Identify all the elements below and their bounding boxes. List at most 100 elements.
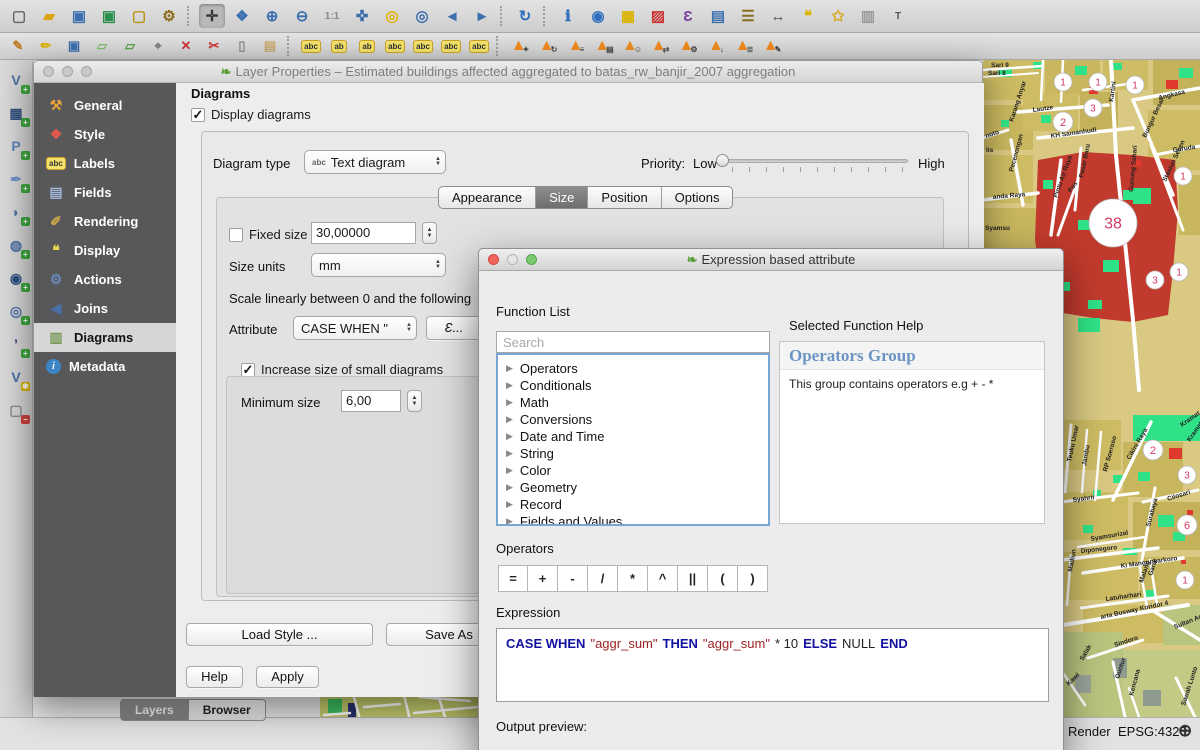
add-mssql-layer-icon[interactable]: ◗+ xyxy=(4,200,28,224)
function-group-color[interactable]: ▶Color xyxy=(498,462,768,479)
zoom-out-icon[interactable]: ⊖ xyxy=(289,4,315,28)
current-edits-icon[interactable]: ✎ xyxy=(6,36,30,57)
display-diagrams-checkbox[interactable]: ✓ Display diagrams xyxy=(191,107,311,122)
sidebar-item-joins[interactable]: ◀Joins xyxy=(34,294,176,323)
tab-position[interactable]: Position xyxy=(588,187,661,208)
tab-browser[interactable]: Browser xyxy=(189,699,266,721)
load-style-button[interactable]: Load Style ... xyxy=(186,623,373,646)
attribute-table-icon[interactable]: ▤ xyxy=(705,4,731,28)
tab-layers[interactable]: Layers xyxy=(120,699,189,721)
expand-arrow-icon[interactable]: ▶ xyxy=(506,516,513,526)
save-project-icon[interactable]: ▣ xyxy=(66,4,92,28)
function-group-record[interactable]: ▶Record xyxy=(498,496,768,513)
new-bookmark-icon[interactable]: ✩ xyxy=(825,4,851,28)
zoom-native-icon[interactable]: 1:1 xyxy=(319,4,345,28)
expression-editor[interactable]: CASE WHEN"aggr_sum"THEN"aggr_sum"* 10ELS… xyxy=(496,628,1049,702)
operator-button-/[interactable]: / xyxy=(588,565,618,592)
add-spatialite-layer-icon[interactable]: ✒+ xyxy=(4,167,28,191)
attribute-dropdown[interactable]: CASE WHEN " ▲▼ xyxy=(293,316,417,340)
sidebar-item-actions[interactable]: ⚙Actions xyxy=(34,265,176,294)
function-group-conditionals[interactable]: ▶Conditionals xyxy=(498,377,768,394)
function-group-date-and-time[interactable]: ▶Date and Time xyxy=(498,428,768,445)
operator-button-||[interactable]: || xyxy=(678,565,708,592)
new-shapefile-layer-icon[interactable]: V✱ xyxy=(4,365,28,389)
pan-map-icon[interactable]: ✛ xyxy=(199,4,225,28)
map-tips-icon[interactable]: ❝ xyxy=(795,4,821,28)
select-features-icon[interactable]: ▦ xyxy=(615,4,641,28)
operator-button-^[interactable]: ^ xyxy=(648,565,678,592)
operator-button-*[interactable]: * xyxy=(618,565,648,592)
expand-arrow-icon[interactable]: ▶ xyxy=(506,465,513,476)
fixed-size-stepper[interactable]: ▲▼ xyxy=(422,222,437,244)
expand-arrow-icon[interactable]: ▶ xyxy=(506,431,513,442)
diagram-type-dropdown[interactable]: abc Text diagram ▲▼ xyxy=(304,150,446,174)
label-pin-alt-icon[interactable]: ab xyxy=(355,36,379,57)
priority-slider-handle[interactable] xyxy=(716,154,729,167)
copy-features-icon[interactable]: ▯ xyxy=(230,36,254,57)
search-input[interactable] xyxy=(496,331,770,353)
expand-arrow-icon[interactable]: ▶ xyxy=(506,363,513,374)
add-wfs-layer-icon[interactable]: ◎+ xyxy=(4,299,28,323)
toggle-editing-icon[interactable]: ✏ xyxy=(34,36,58,57)
add-postgis-layer-icon[interactable]: P+ xyxy=(4,134,28,158)
paste-features-icon[interactable]: ▤ xyxy=(258,36,282,57)
plugin-refresh-icon[interactable]: ▲↻ xyxy=(536,36,560,57)
plugin-settings-icon[interactable]: ▲⚙ xyxy=(676,36,700,57)
crs-globe-icon[interactable]: ⊕ xyxy=(1178,721,1192,741)
plugin-options-icon[interactable]: ▲≡ xyxy=(564,36,588,57)
tab-appearance[interactable]: Appearance xyxy=(439,187,536,208)
save-as-image-icon[interactable]: ▢ xyxy=(126,4,152,28)
zoom-to-selection-icon[interactable]: ◎ xyxy=(379,4,405,28)
measure-icon[interactable]: ↔ xyxy=(765,4,791,28)
function-group-string[interactable]: ▶String xyxy=(498,445,768,462)
remove-layer-icon[interactable]: ▢− xyxy=(4,398,28,422)
plugin-key-icon[interactable]: ▲✦ xyxy=(508,36,532,57)
function-group-geometry[interactable]: ▶Geometry xyxy=(498,479,768,496)
tab-size[interactable]: Size xyxy=(536,187,588,208)
function-group-math[interactable]: ▶Math xyxy=(498,394,768,411)
sidebar-item-fields[interactable]: ▤Fields xyxy=(34,178,176,207)
function-group-fields-and-values[interactable]: ▶Fields and Values xyxy=(498,513,768,526)
sidebar-item-style[interactable]: ❖Style xyxy=(34,120,176,149)
help-button[interactable]: Help xyxy=(186,666,243,688)
zoom-last-icon[interactable]: ◄ xyxy=(439,4,465,28)
pan-to-selection-icon[interactable]: ❖ xyxy=(229,4,255,28)
label-pin-icon[interactable]: ab xyxy=(327,36,351,57)
plugin-user-icon[interactable]: ▲☺ xyxy=(620,36,644,57)
select-by-expression-icon[interactable]: Ɛ xyxy=(675,4,701,28)
plugin-database-icon[interactable]: ▲≣ xyxy=(732,36,756,57)
save-layer-edits-icon[interactable]: ▣ xyxy=(62,36,86,57)
sidebar-item-general[interactable]: ⚒General xyxy=(34,91,176,120)
zoom-in-icon[interactable]: ⊕ xyxy=(259,4,285,28)
crs-status-label[interactable]: EPSG:4326 xyxy=(1118,724,1187,739)
identify-features-icon[interactable]: ℹ xyxy=(555,4,581,28)
tab-options[interactable]: Options xyxy=(662,187,733,208)
plugin-list-icon[interactable]: ▲▤ xyxy=(592,36,616,57)
refresh-icon[interactable]: ↻ xyxy=(512,4,538,28)
sidebar-item-labels[interactable]: abcLabels xyxy=(34,149,176,178)
sidebar-item-rendering[interactable]: ✐Rendering xyxy=(34,207,176,236)
operator-button-([interactable]: ( xyxy=(708,565,738,592)
function-group-conversions[interactable]: ▶Conversions xyxy=(498,411,768,428)
increase-size-checkbox[interactable]: ✓ Increase size of small diagrams xyxy=(241,362,443,377)
expand-arrow-icon[interactable]: ▶ xyxy=(506,397,513,408)
zoom-to-layer-icon[interactable]: ◎ xyxy=(409,4,435,28)
move-feature-icon[interactable]: ▱ xyxy=(118,36,142,57)
priority-slider-track[interactable] xyxy=(716,159,908,163)
new-project-icon[interactable]: ▢ xyxy=(6,4,32,28)
sidebar-item-diagrams[interactable]: ▥Diagrams xyxy=(34,323,176,352)
add-delimited-text-layer-icon[interactable]: ’+ xyxy=(4,332,28,356)
operator-button-+[interactable]: + xyxy=(528,565,558,592)
sidebar-item-metadata[interactable]: iMetadata xyxy=(34,352,176,381)
zoom-next-icon[interactable]: ► xyxy=(469,4,495,28)
add-feature-icon[interactable]: ▱ xyxy=(90,36,114,57)
field-calculator-icon[interactable]: ☰ xyxy=(735,4,761,28)
expand-arrow-icon[interactable]: ▶ xyxy=(506,380,513,391)
expression-dialog-titlebar[interactable]: ❧Expression based attribute xyxy=(479,249,1063,271)
label-abc-icon[interactable]: abc xyxy=(299,36,323,57)
label-properties-icon[interactable]: abc xyxy=(467,36,491,57)
text-annotation-icon[interactable]: T xyxy=(885,4,911,28)
save-project-as-icon[interactable]: ▣ xyxy=(96,4,122,28)
open-project-icon[interactable]: ▰ xyxy=(36,4,62,28)
fixed-size-checkbox[interactable]: Fixed size xyxy=(229,227,308,242)
